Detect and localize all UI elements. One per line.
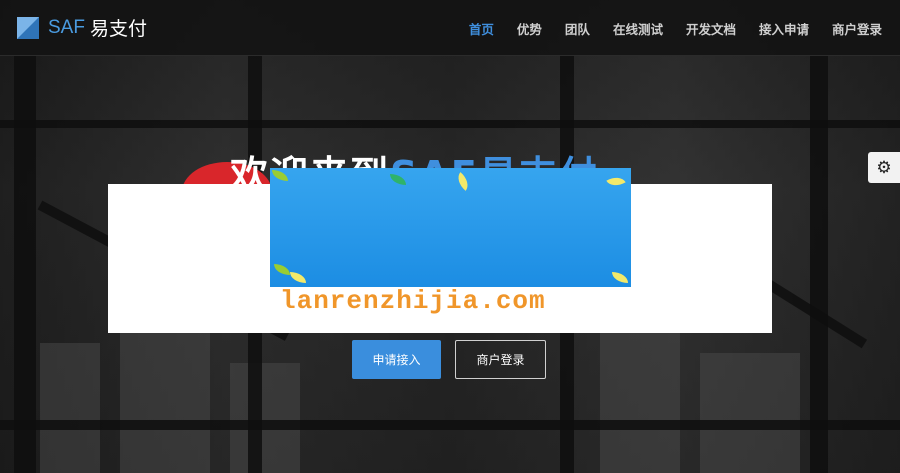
- leaf-icon: [453, 172, 473, 191]
- leaf-icon: [606, 172, 626, 191]
- brand-logo-icon: [17, 16, 39, 39]
- leaf-icon: [390, 174, 406, 185]
- gear-icon: ⚙: [876, 157, 892, 178]
- nav-item-apply[interactable]: 接入申请: [759, 19, 809, 38]
- leaf-icon: [272, 170, 288, 181]
- brand-name-saf: SAF: [48, 16, 85, 38]
- brand-logo[interactable]: SAF 易支付: [17, 14, 147, 41]
- leaf-icon: [290, 272, 306, 283]
- nav-item-home[interactable]: 首页: [469, 19, 494, 38]
- brand-name-cn: 易支付: [89, 18, 147, 40]
- nav-item-online-test[interactable]: 在线测试: [613, 19, 663, 38]
- nav-item-advantages[interactable]: 优势: [517, 19, 542, 38]
- ad-banner: [270, 168, 631, 287]
- merchant-login-button[interactable]: 商户登录: [455, 340, 546, 379]
- main-nav: 首页 优势 团队 在线测试 开发文档 接入申请 商户登录: [446, 0, 882, 56]
- nav-item-merchant-login[interactable]: 商户登录: [832, 19, 882, 38]
- leaf-icon: [274, 264, 290, 275]
- ad-watermark: lanrenzhijia.com: [280, 286, 546, 316]
- nav-item-team[interactable]: 团队: [565, 19, 590, 38]
- leaf-icon: [612, 272, 628, 283]
- settings-toggle-button[interactable]: ⚙: [868, 152, 900, 183]
- top-navbar: SAF 易支付 首页 优势 团队 在线测试 开发文档 接入申请 商户登录: [0, 0, 900, 56]
- apply-button[interactable]: 申请接入: [352, 340, 441, 379]
- nav-item-dev-docs[interactable]: 开发文档: [686, 19, 736, 38]
